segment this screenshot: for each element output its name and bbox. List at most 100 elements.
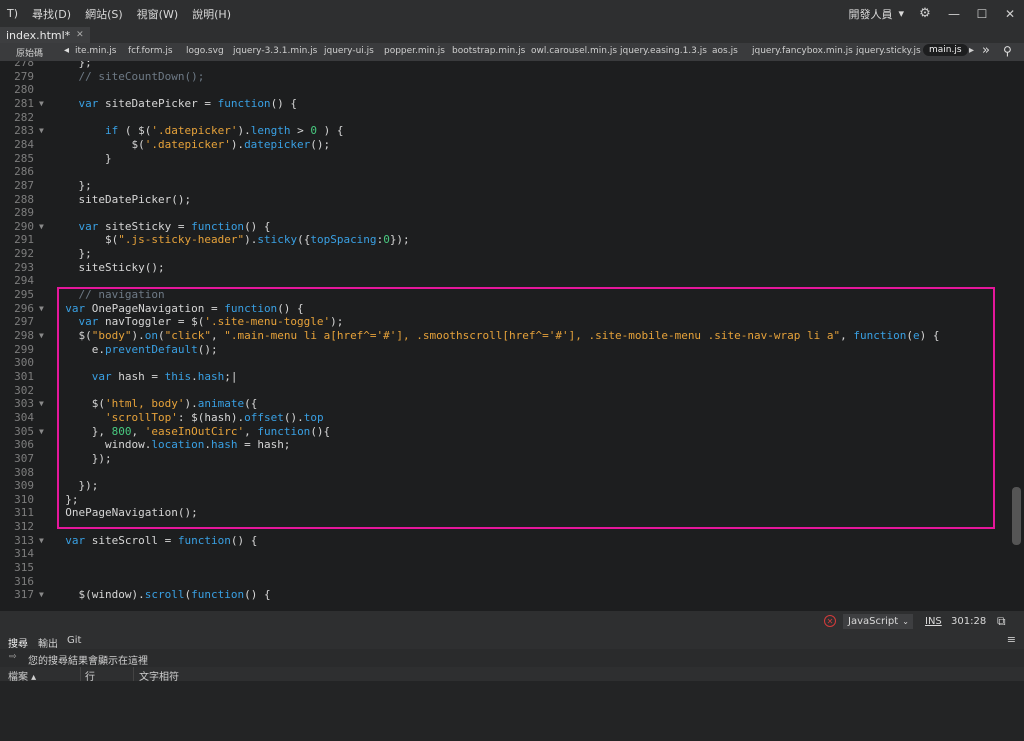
- menu-site[interactable]: 網站(S): [78, 6, 130, 22]
- related-file[interactable]: jquery.easing.1.3.js: [620, 46, 707, 56]
- fold-toggle-icon[interactable]: ▼: [39, 97, 44, 111]
- code-line[interactable]: 293 siteSticky();: [0, 261, 1000, 275]
- code-token: ).: [237, 124, 251, 138]
- fold-toggle-icon[interactable]: ▼: [39, 534, 44, 548]
- code-line[interactable]: 282: [0, 111, 1000, 125]
- code-token: () {: [244, 219, 271, 233]
- code-token: siteScroll =: [91, 533, 178, 547]
- menu-find[interactable]: 尋找(D): [25, 6, 78, 22]
- code-line[interactable]: 285 }: [0, 152, 1000, 166]
- code-editor[interactable]: 278 }; 279 // siteCountDown(); 280 281 ▼ var…: [0, 61, 1024, 611]
- insert-mode-toggle[interactable]: INS: [925, 616, 942, 627]
- column-divider[interactable]: [133, 667, 134, 681]
- fold-toggle-icon[interactable]: ▼: [39, 124, 44, 138]
- code-line[interactable]: 289: [0, 206, 1000, 220]
- related-files-bar: 原始碼 ◂ ite.min.js fcf.form.js logo.svg jq…: [0, 43, 1024, 61]
- menu-commands[interactable]: T): [0, 7, 25, 20]
- filter-icon[interactable]: ⚲: [1003, 44, 1012, 58]
- close-window-button[interactable]: ✕: [996, 7, 1024, 21]
- fold-toggle-icon[interactable]: ▼: [39, 588, 44, 602]
- code-line[interactable]: 278 };: [0, 61, 1000, 70]
- code-line[interactable]: 281 ▼ var siteDatePicker = function() {: [0, 97, 1000, 111]
- code-token: $(window).: [52, 588, 145, 602]
- panel-tabs: 搜尋 輸出 Git ≡: [0, 633, 1024, 650]
- chevron-down-icon: ⌄: [902, 617, 909, 626]
- code-line[interactable]: 283 ▼ if ( $('.datepicker').length > 0 ) …: [0, 124, 1000, 138]
- minimize-button[interactable]: —: [940, 7, 968, 21]
- related-file[interactable]: logo.svg: [186, 46, 224, 56]
- code-token: () {: [230, 533, 258, 547]
- code-line[interactable]: 290 ▼ var siteSticky = function() {: [0, 220, 1000, 234]
- source-code-button[interactable]: 原始碼: [16, 46, 43, 59]
- tab-index-html[interactable]: index.html* ✕: [0, 27, 90, 43]
- related-file[interactable]: fcf.form.js: [128, 46, 173, 56]
- tab-output[interactable]: 輸出: [38, 635, 58, 650]
- tab-search[interactable]: 搜尋: [8, 635, 28, 650]
- menu-window[interactable]: 視窗(W): [130, 6, 185, 22]
- code-line[interactable]: 316: [0, 575, 1000, 589]
- code-line[interactable]: 280: [0, 83, 1000, 97]
- scrollbar-thumb[interactable]: [1012, 487, 1021, 545]
- scroll-left-icon[interactable]: ◂: [64, 45, 69, 56]
- related-file-active[interactable]: main.js: [923, 44, 968, 56]
- code-token: if: [52, 124, 125, 138]
- line-number: 307: [14, 451, 34, 465]
- line-number: 298: [14, 329, 34, 342]
- code-text: siteDatePicker();: [52, 193, 191, 207]
- scroll-right-icon[interactable]: ▸: [969, 45, 974, 56]
- bottom-panel: 搜尋 輸出 Git ≡ ⇨ 您的搜尋結果會顯示在這裡 檔案 ▴ 行 文字相符: [0, 633, 1024, 741]
- code-line[interactable]: 313 ▼ var siteScroll = function() {: [0, 534, 1000, 548]
- close-icon[interactable]: ✕: [76, 30, 84, 40]
- code-line[interactable]: 314: [0, 547, 1000, 561]
- related-file[interactable]: jquery-3.3.1.min.js: [233, 46, 317, 56]
- code-token: $(: [52, 137, 145, 151]
- related-file[interactable]: ite.min.js: [75, 46, 116, 56]
- related-file[interactable]: popper.min.js: [384, 46, 445, 56]
- related-file[interactable]: jquery.fancybox.min.js: [752, 46, 853, 56]
- language-select[interactable]: JavaScript ⌄: [843, 614, 913, 629]
- code-line[interactable]: 287 };: [0, 179, 1000, 193]
- code-line[interactable]: 292 };: [0, 247, 1000, 261]
- code-text: };: [52, 179, 91, 193]
- panel-menu-icon[interactable]: ≡: [1007, 633, 1016, 646]
- fold-toggle-icon[interactable]: ▼: [39, 220, 44, 234]
- search-expand-icon[interactable]: ⇨: [9, 652, 17, 662]
- line-number: 281: [14, 96, 34, 110]
- line-number: 311: [14, 506, 34, 520]
- related-file[interactable]: jquery.sticky.js: [856, 46, 921, 56]
- code-token: var: [52, 533, 92, 547]
- column-divider[interactable]: [80, 667, 81, 681]
- vertical-scrollbar[interactable]: [1011, 61, 1024, 611]
- more-files-icon[interactable]: »: [982, 43, 990, 58]
- fold-toggle-icon[interactable]: ▼: [39, 397, 44, 411]
- language-label: JavaScript: [848, 616, 899, 627]
- results-column-header: 檔案 ▴ 行 文字相符: [0, 667, 1024, 683]
- related-file[interactable]: owl.carousel.min.js: [531, 46, 617, 56]
- gear-arrows-icon[interactable]: ⚙: [910, 6, 940, 21]
- code-line[interactable]: 291 $(".js-sticky-header").sticky({topSp…: [0, 233, 1000, 247]
- code-line[interactable]: 317 ▼ $(window).scroll(function() {: [0, 588, 1000, 602]
- fold-toggle-icon[interactable]: ▼: [39, 329, 44, 343]
- workspace-switcher[interactable]: 開發人員 ▾: [842, 6, 910, 22]
- fold-toggle-icon[interactable]: ▼: [39, 425, 44, 439]
- code-line[interactable]: 286: [0, 165, 1000, 179]
- code-line[interactable]: 315: [0, 561, 1000, 575]
- code-token: siteSticky =: [104, 219, 192, 233]
- menu-help[interactable]: 說明(H): [185, 6, 238, 22]
- code-text: };: [52, 61, 91, 70]
- live-preview-icon[interactable]: ⧉: [997, 614, 1006, 629]
- related-file[interactable]: bootstrap.min.js: [452, 46, 525, 56]
- code-line[interactable]: 279 // siteCountDown();: [0, 70, 1000, 84]
- maximize-button[interactable]: ☐: [968, 7, 996, 21]
- code-line[interactable]: 284 $('.datepicker').datepicker();: [0, 138, 1000, 152]
- related-file[interactable]: jquery-ui.js: [324, 46, 374, 56]
- related-file[interactable]: aos.js: [712, 46, 738, 56]
- error-icon[interactable]: ✕: [824, 615, 836, 627]
- search-results-list[interactable]: [0, 681, 1024, 741]
- tab-label: index.html*: [6, 28, 71, 42]
- fold-toggle-icon[interactable]: ▼: [39, 302, 44, 316]
- code-token: '.datepicker': [144, 137, 231, 151]
- tab-git[interactable]: Git: [67, 635, 81, 646]
- code-line[interactable]: 288 siteDatePicker();: [0, 193, 1000, 207]
- code-token: >: [290, 124, 311, 138]
